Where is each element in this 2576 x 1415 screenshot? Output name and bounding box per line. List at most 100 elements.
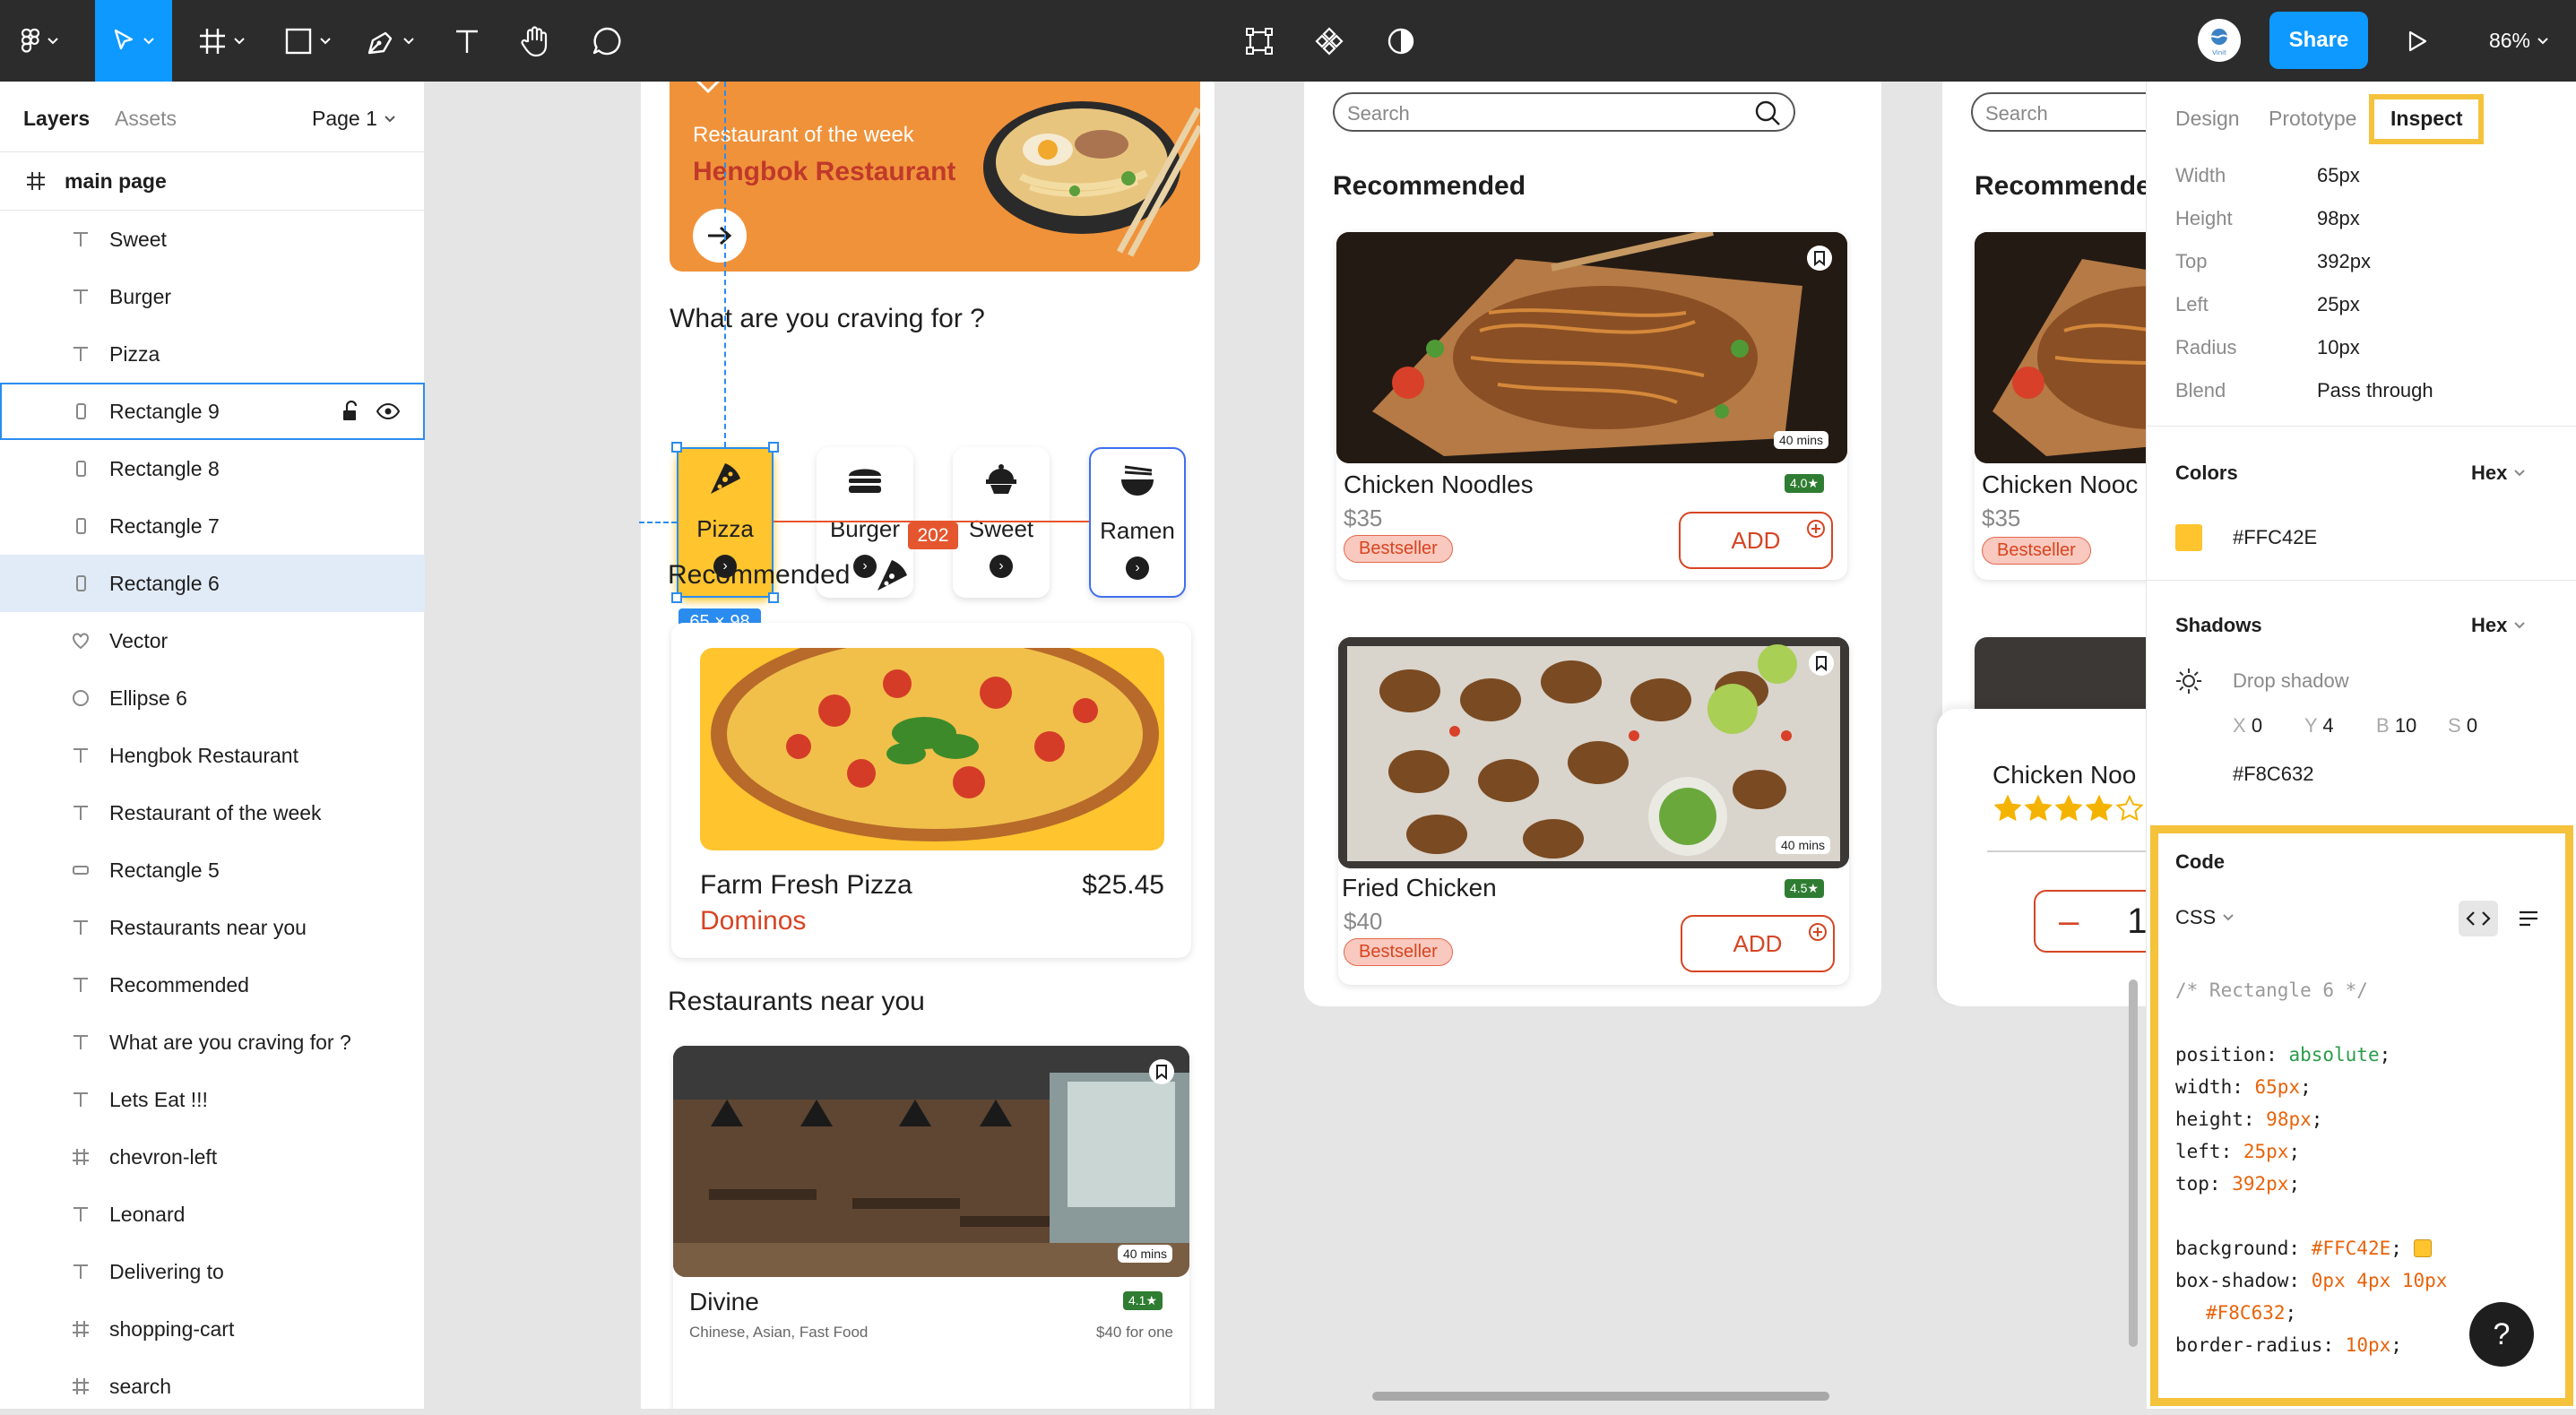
layer-row[interactable]: Rectangle 9 <box>0 383 425 440</box>
layer-label: main page <box>65 168 167 193</box>
decrement-button[interactable]: – <box>2059 902 2079 942</box>
layer-main-page[interactable]: main page <box>0 152 425 210</box>
add-button[interactable]: ADD <box>1681 915 1835 972</box>
frame-item-detail[interactable]: Search Recommende Chicken Nooc $35 Bests… <box>1937 82 2146 1006</box>
property-value[interactable]: 10px <box>2317 336 2360 359</box>
shape-tool-button[interactable] <box>274 0 341 82</box>
star-empty-icon[interactable] <box>2116 795 2143 822</box>
food-card-fried-chicken[interactable]: 40 mins Fried Chicken 4.5★ $40 Bestselle… <box>1338 637 1849 985</box>
tab-inspect[interactable]: Inspect <box>2390 107 2463 131</box>
tab-layers[interactable]: Layers <box>23 107 90 131</box>
layer-row[interactable]: Vector <box>0 612 425 669</box>
unlock-icon[interactable] <box>341 401 360 422</box>
avatar[interactable]: Vinit <box>2198 19 2241 62</box>
pizza-card[interactable]: Farm Fresh Pizza $25.45 Dominos <box>671 623 1191 958</box>
add-button[interactable]: ADD <box>1679 512 1833 569</box>
shadow-format-select[interactable]: Hex <box>2471 614 2526 637</box>
color-format-select[interactable]: Hex <box>2471 462 2526 485</box>
share-button[interactable]: Share <box>2269 12 2368 69</box>
layer-row[interactable]: Sweet <box>0 211 425 268</box>
code-view-button[interactable] <box>2459 901 2498 936</box>
layer-row[interactable]: Leonard <box>0 1186 425 1243</box>
contrast-button[interactable] <box>1379 0 1423 82</box>
code-list-button[interactable] <box>2509 901 2548 936</box>
layer-row[interactable]: Pizza <box>0 325 425 383</box>
layer-row[interactable]: Rectangle 8 <box>0 440 425 497</box>
eye-icon[interactable] <box>376 402 400 420</box>
property-value[interactable]: 392px <box>2317 250 2371 273</box>
layer-row[interactable]: Lets Eat !!! <box>0 1071 425 1128</box>
search-input[interactable]: Search <box>1333 92 1795 132</box>
layer-row[interactable]: Delivering to <box>0 1243 425 1300</box>
property-value[interactable]: 25px <box>2317 293 2360 316</box>
food-name: Chicken Nooc <box>1982 470 2139 498</box>
layer-row[interactable]: Restaurants near you <box>0 899 425 956</box>
components-button[interactable] <box>1307 0 1352 82</box>
property-value[interactable]: 65px <box>2317 164 2360 187</box>
horizontal-scrollbar[interactable] <box>1372 1392 1829 1401</box>
food-card-chicken-noodles[interactable]: 40 mins Chicken Noodles 4.0★ $35 Bestsel… <box>1336 232 1847 580</box>
layer-row[interactable]: Rectangle 5 <box>0 841 425 899</box>
layer-row[interactable]: Hengbok Restaurant <box>0 727 425 784</box>
layer-row[interactable]: Rectangle 6 <box>0 555 425 612</box>
star-filled-icon[interactable] <box>2025 795 2052 822</box>
resize-handle[interactable] <box>671 442 682 453</box>
resize-handle[interactable] <box>768 442 779 453</box>
help-button[interactable]: ? <box>2469 1302 2534 1367</box>
layer-row[interactable]: Burger <box>0 268 425 325</box>
color-swatch[interactable] <box>2175 524 2202 551</box>
canvas[interactable]: Restaurant of the week Hengbok Restauran… <box>426 82 2146 1409</box>
vertical-scrollbar[interactable] <box>2129 979 2138 1347</box>
main-menu-button[interactable] <box>13 0 66 82</box>
tab-assets[interactable]: Assets <box>115 107 177 131</box>
frame-main-page[interactable]: Restaurant of the week Hengbok Restauran… <box>639 82 1215 1409</box>
frame-tool-button[interactable] <box>188 0 255 82</box>
code-language-select[interactable]: CSS <box>2175 906 2234 929</box>
layer-row[interactable]: Restaurant of the week <box>0 784 425 841</box>
fill-color-value[interactable]: #FFC42E <box>2233 526 2317 549</box>
banner-go-button[interactable] <box>693 209 747 263</box>
star-filled-icon[interactable] <box>2086 795 2113 822</box>
pen-tool-button[interactable] <box>357 0 423 82</box>
layer-label: Delivering to <box>109 1259 224 1283</box>
property-value[interactable]: 98px <box>2317 207 2360 230</box>
bookmark-icon[interactable] <box>1806 245 1833 272</box>
restaurant-card[interactable]: 40 mins Divine 4.1★ Chinese, Asian, Fast… <box>673 1046 1189 1409</box>
layer-row[interactable]: What are you craving for ? <box>0 1014 425 1071</box>
edit-object-button[interactable] <box>1237 0 1282 82</box>
layer-row[interactable]: Ellipse 6 <box>0 669 425 727</box>
tab-prototype[interactable]: Prototype <box>2269 107 2356 131</box>
zoom-menu[interactable]: 86% <box>2474 0 2563 82</box>
category-label: Burger <box>829 515 901 542</box>
bookmark-icon[interactable] <box>1148 1058 1175 1085</box>
layer-row[interactable]: search <box>0 1358 425 1415</box>
frame-recommended[interactable]: Search Recommended 40 mins Chicken Noodl… <box>1304 82 1881 1006</box>
text-tool-button[interactable] <box>445 0 489 82</box>
present-button[interactable] <box>2395 0 2440 82</box>
property-value[interactable]: Pass through <box>2317 379 2433 402</box>
bookmark-icon[interactable] <box>1808 650 1835 677</box>
layer-row[interactable]: Rectangle 7 <box>0 497 425 555</box>
food-card[interactable]: Chicken Nooc $35 Bestseller <box>1975 232 2146 580</box>
page-selector[interactable]: Page 1 <box>312 107 395 131</box>
star-filled-icon[interactable] <box>1994 795 2021 822</box>
tab-design[interactable]: Design <box>2175 107 2240 131</box>
layer-row[interactable]: chevron-left <box>0 1128 425 1186</box>
resize-handle[interactable] <box>671 592 682 603</box>
category-ramen[interactable]: Ramen › <box>1089 447 1186 598</box>
layer-row[interactable]: shopping-cart <box>0 1300 425 1358</box>
star-rating[interactable] <box>1994 795 2143 822</box>
comment-tool-button[interactable] <box>584 0 629 82</box>
star-filled-icon[interactable] <box>2055 795 2082 822</box>
move-tool-button[interactable] <box>95 0 172 82</box>
layer-row[interactable]: Recommended <box>0 956 425 1014</box>
quantity-stepper[interactable]: – 1 <box>2034 890 2146 953</box>
search-input[interactable]: Search <box>1971 92 2146 132</box>
resize-handle[interactable] <box>768 592 779 603</box>
shadow-color-value[interactable]: #F8C632 <box>2233 763 2314 786</box>
recommended-heading: Recommended <box>668 560 851 590</box>
hand-tool-button[interactable] <box>513 0 558 82</box>
category-sweet[interactable]: Sweet › <box>953 447 1050 598</box>
item-detail-sheet[interactable]: Chicken Noo – 1 <box>1937 709 2146 1005</box>
restaurant-of-week-banner[interactable]: Restaurant of the week Hengbok Restauran… <box>670 82 1200 272</box>
